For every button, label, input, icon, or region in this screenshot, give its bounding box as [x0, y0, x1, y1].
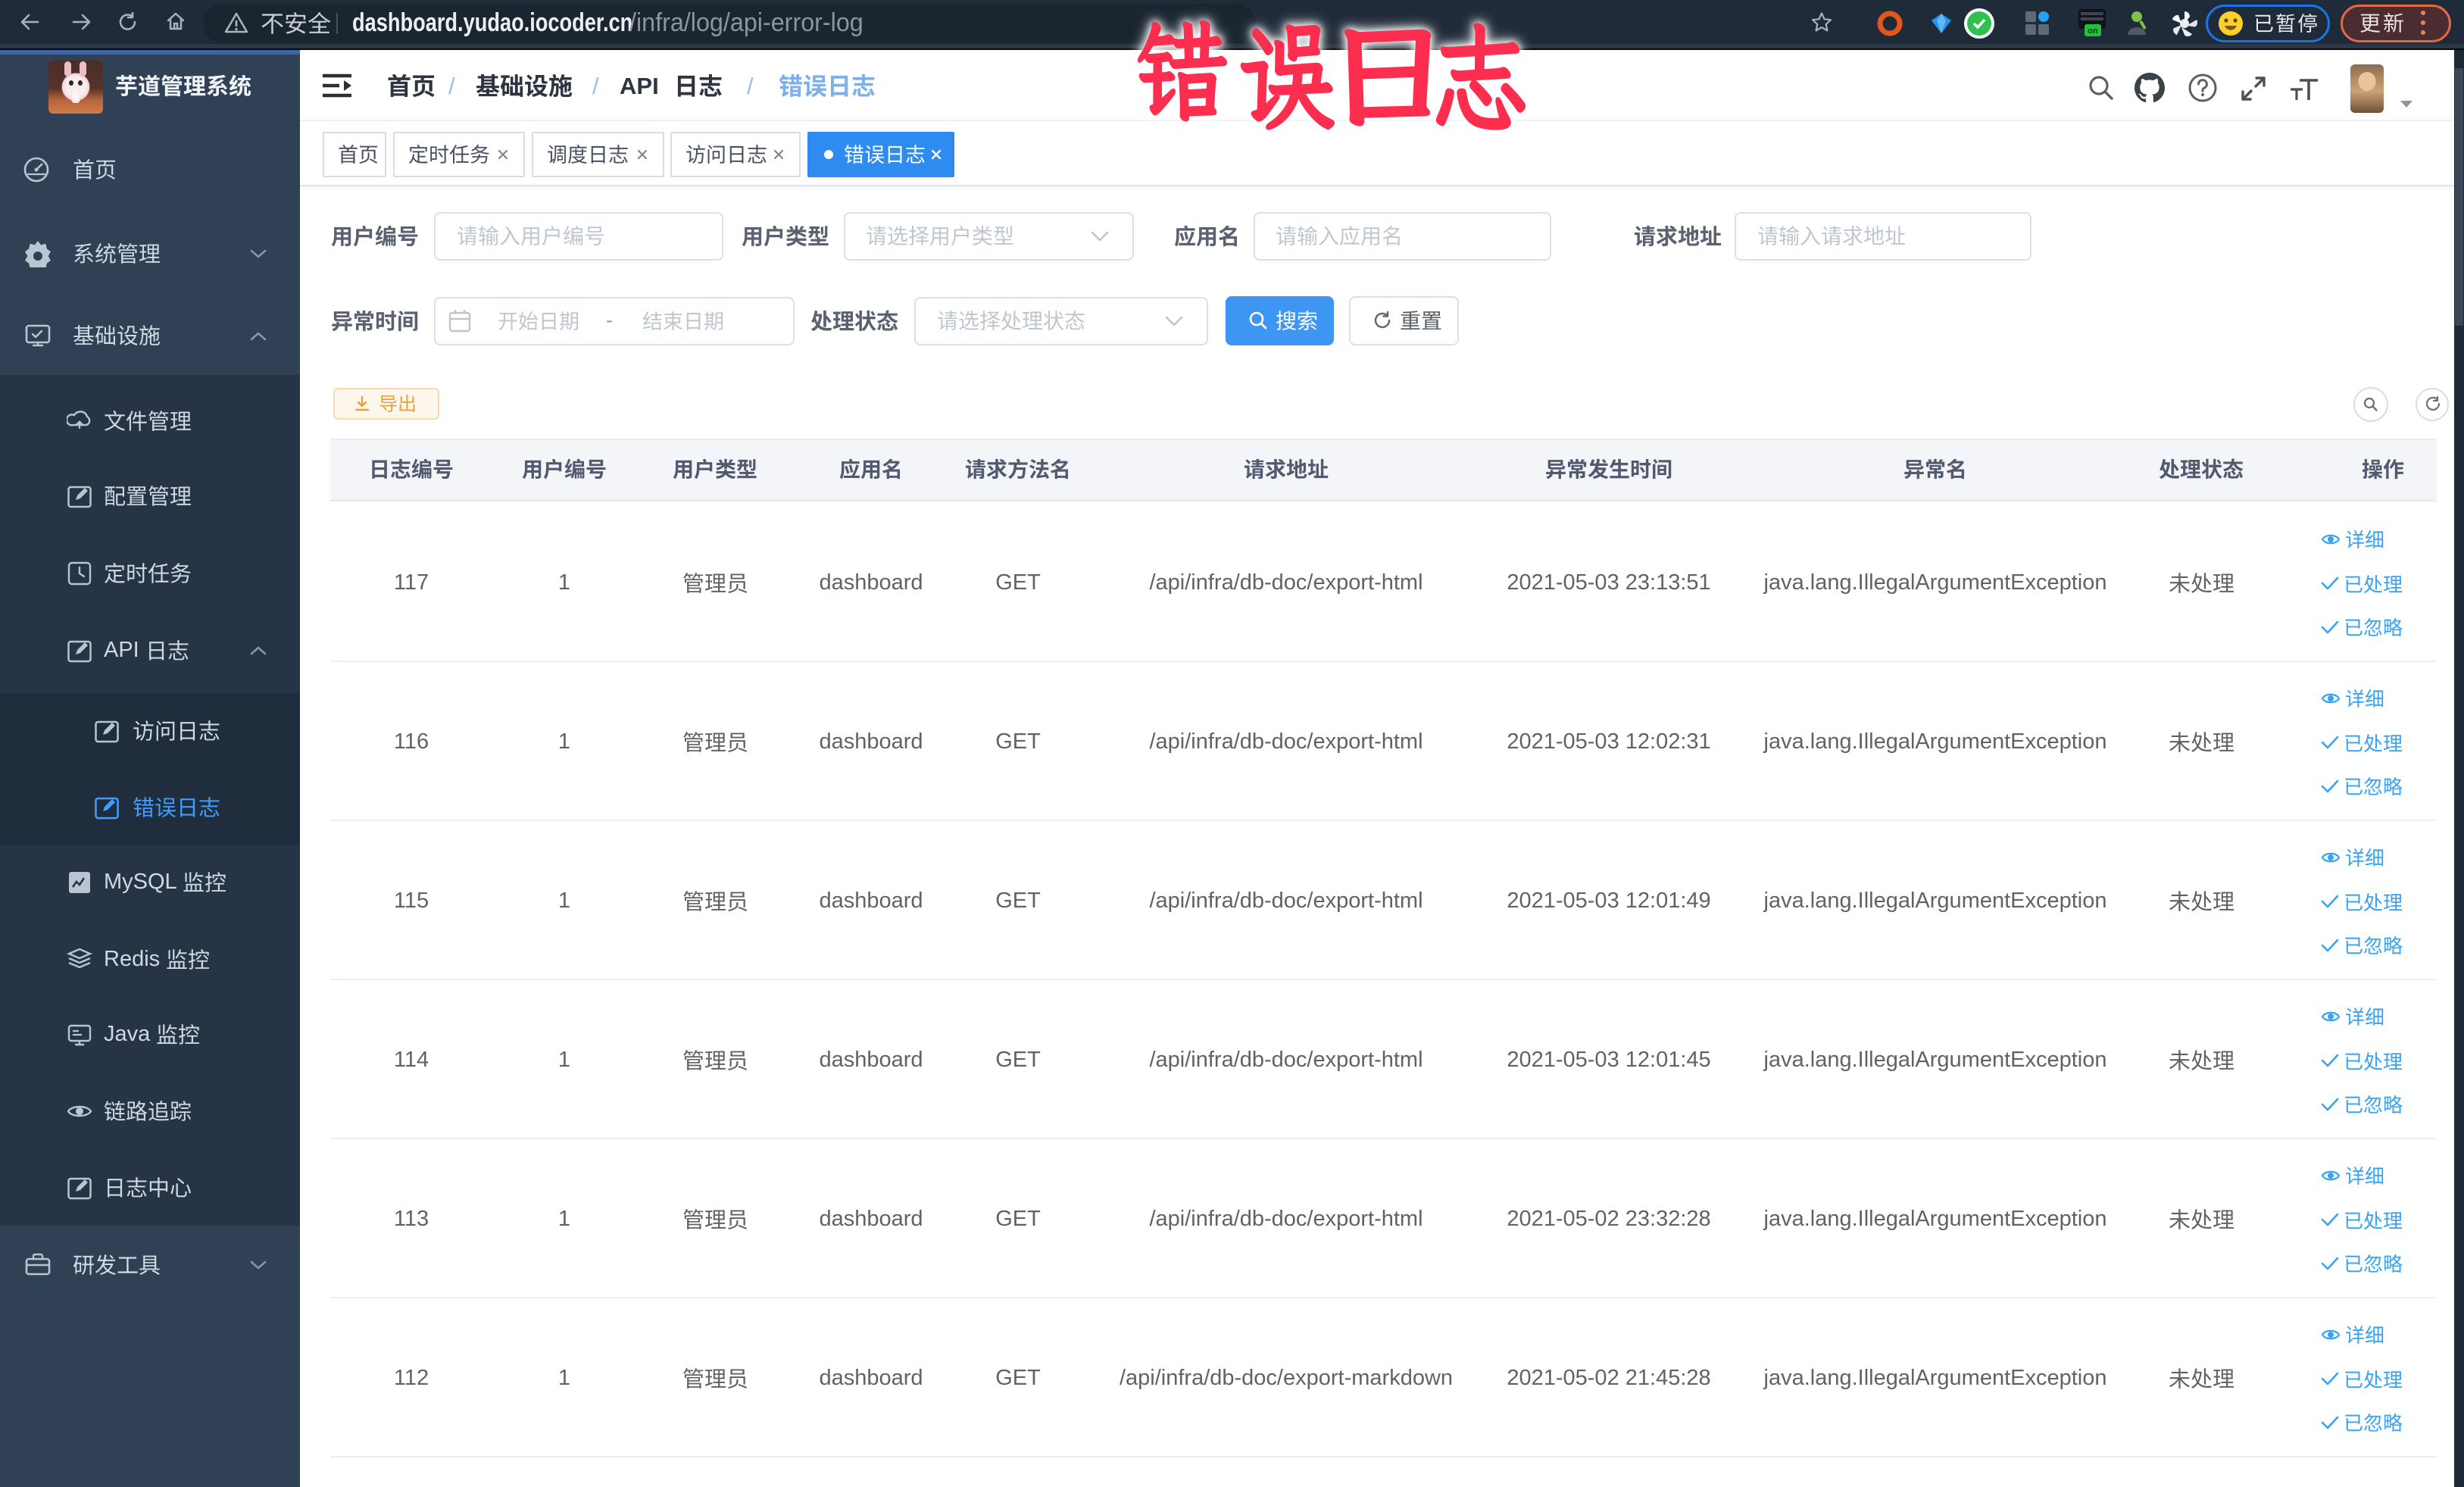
svg-text:on: on — [2088, 27, 2098, 36]
